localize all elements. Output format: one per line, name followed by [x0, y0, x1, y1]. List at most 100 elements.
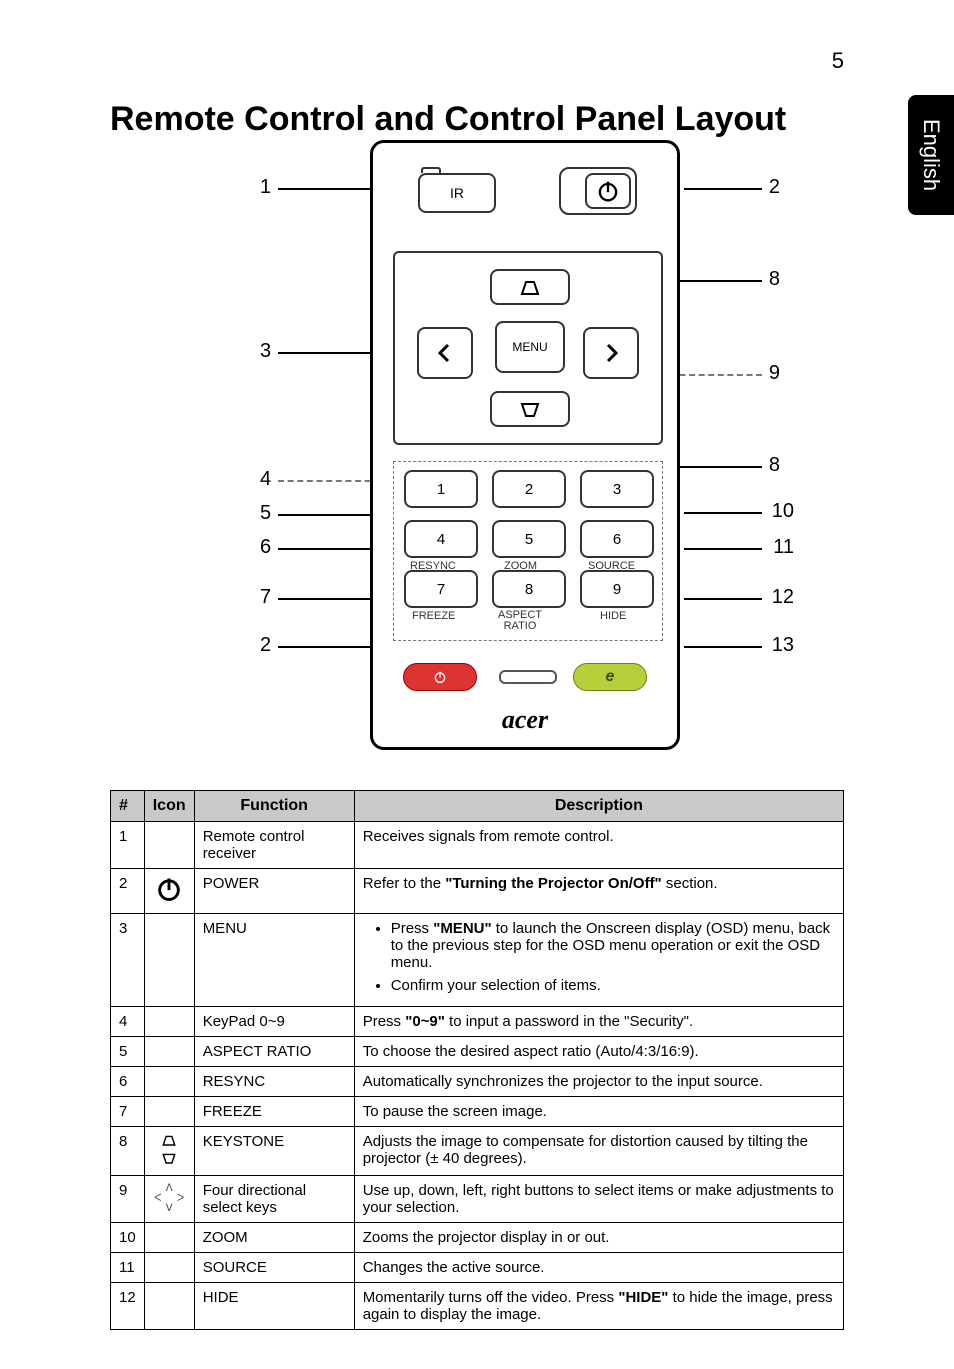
cell-function: FREEZE — [194, 1097, 354, 1127]
leader-line — [670, 466, 762, 468]
callout-3: 3 — [260, 340, 271, 363]
leader-line — [684, 188, 762, 190]
cell-number: 12 — [111, 1283, 145, 1330]
cell-number: 3 — [111, 914, 145, 1007]
cell-number: 2 — [111, 869, 145, 914]
cell-function: ZOOM — [194, 1223, 354, 1253]
remote-diagram: 1 3 4 5 6 7 2 2 8 9 8 10 11 12 13 IR — [260, 140, 820, 760]
leader-line — [670, 280, 762, 282]
callout-10: 10 — [772, 500, 794, 523]
table-row: 1Remote control receiverReceives signals… — [111, 822, 844, 869]
table-row: 6 RESYNCAutomatically synchronizes the pr… — [111, 1067, 844, 1097]
cell-number: 4 — [111, 1007, 145, 1037]
callout-2: 2 — [769, 176, 780, 199]
right-button — [583, 327, 639, 379]
table-row: 12HIDEMomentarily turns off the video. P… — [111, 1283, 844, 1330]
table-header-row: # Icon Function Description — [111, 791, 844, 822]
cell-icon — [144, 1067, 194, 1097]
power-button — [585, 173, 631, 209]
th-function: Function — [194, 791, 354, 822]
page-title: Remote Control and Control Panel Layout — [110, 100, 786, 139]
keystone-up-icon — [159, 1133, 179, 1147]
callout-13: 13 — [772, 634, 794, 657]
cell-number: 8 — [111, 1127, 145, 1176]
cell-icon — [144, 1037, 194, 1067]
keypad-8: 8 — [492, 570, 566, 608]
function-table: # Icon Function Description 1Remote cont… — [110, 790, 844, 1330]
keypad-1: 1 — [404, 470, 478, 508]
power-icon — [594, 177, 622, 205]
cell-function: KEYSTONE — [194, 1127, 354, 1176]
table-row: 8 KEYSTONEAdjusts the image to compensate… — [111, 1127, 844, 1176]
keystone-down-button — [490, 391, 570, 427]
cell-icon — [144, 869, 194, 914]
cell-icon — [144, 1007, 194, 1037]
label-aspect-ratio: ASPECT RATIO — [498, 610, 542, 632]
cell-icon — [144, 1223, 194, 1253]
arrow-left-icon — [436, 341, 454, 365]
callout-8b: 8 — [769, 454, 780, 477]
cell-number: 6 — [111, 1067, 145, 1097]
leader-line — [684, 548, 762, 550]
cell-description: Adjusts the image to compensate for dist… — [354, 1127, 843, 1176]
power-icon — [432, 669, 448, 685]
keystone-icons — [153, 1133, 186, 1169]
callout-2b: 2 — [260, 634, 271, 657]
cell-function: SOURCE — [194, 1253, 354, 1283]
table-row: 2 POWERRefer to the "Turning the Projecto… — [111, 869, 844, 914]
menu-button: MENU — [495, 321, 565, 373]
th-icon: Icon — [144, 791, 194, 822]
callout-7: 7 — [260, 586, 271, 609]
keystone-down-icon — [516, 400, 544, 418]
cell-number: 5 — [111, 1037, 145, 1067]
ir-receiver: IR — [418, 173, 496, 213]
cell-description: Refer to the "Turning the Projector On/O… — [354, 869, 843, 914]
cell-description: To choose the desired aspect ratio (Auto… — [354, 1037, 843, 1067]
cell-function: POWER — [194, 869, 354, 914]
keystone-up-button — [490, 269, 570, 305]
callout-6: 6 — [260, 536, 271, 559]
brand-logo: acer — [373, 705, 677, 735]
leader-line — [684, 646, 762, 648]
leader-line — [670, 374, 762, 376]
keypad-7: 7 — [404, 570, 478, 608]
cell-description: Automatically synchronizes the projector… — [354, 1067, 843, 1097]
cell-number: 11 — [111, 1253, 145, 1283]
cell-function: ASPECT RATIO — [194, 1037, 354, 1067]
e-icon: e — [606, 668, 615, 686]
leader-line — [684, 512, 762, 514]
label-freeze: FREEZE — [412, 610, 455, 622]
directional-icon: ᐱᐸᐳᐯ — [153, 1184, 186, 1214]
cell-description: Press "MENU" to launch the Onscreen disp… — [354, 914, 843, 1007]
table-row: 4KeyPad 0~9Press "0~9" to input a passwo… — [111, 1007, 844, 1037]
keypad-panel: 1 2 3 4 5 6 RESYNC ZOOM SOURCE 7 8 9 FRE… — [393, 461, 663, 641]
cell-icon — [144, 914, 194, 1007]
callout-12: 12 — [772, 586, 794, 609]
cell-number: 7 — [111, 1097, 145, 1127]
menu-panel: MENU — [393, 251, 663, 445]
keypad-4: 4 — [404, 520, 478, 558]
table-row: 5 ASPECT RATIOTo choose the desired aspec… — [111, 1037, 844, 1067]
cell-description: Zooms the projector display in or out. — [354, 1223, 843, 1253]
cell-description: To pause the screen image. — [354, 1097, 843, 1127]
keystone-down-icon — [159, 1151, 179, 1165]
e-pill-button: e — [573, 663, 647, 691]
language-tab: English — [908, 95, 954, 215]
cell-function: RESYNC — [194, 1067, 354, 1097]
th-number: # — [111, 791, 145, 822]
power-icon — [155, 875, 183, 903]
cell-icon — [144, 1253, 194, 1283]
cell-icon — [144, 822, 194, 869]
callout-1: 1 — [260, 176, 271, 199]
keypad-6: 6 — [580, 520, 654, 558]
keypad-3: 3 — [580, 470, 654, 508]
callout-5: 5 — [260, 502, 271, 525]
table-row: 7 FREEZETo pause the screen image. — [111, 1097, 844, 1127]
callout-4: 4 — [260, 468, 271, 491]
keypad-5: 5 — [492, 520, 566, 558]
cell-function: HIDE — [194, 1283, 354, 1330]
cell-icon — [144, 1127, 194, 1176]
remote-outline: IR MENU 1 2 3 4 5 6 R — [370, 140, 680, 750]
cell-number: 9 — [111, 1176, 145, 1223]
cell-description: Use up, down, left, right buttons to sel… — [354, 1176, 843, 1223]
